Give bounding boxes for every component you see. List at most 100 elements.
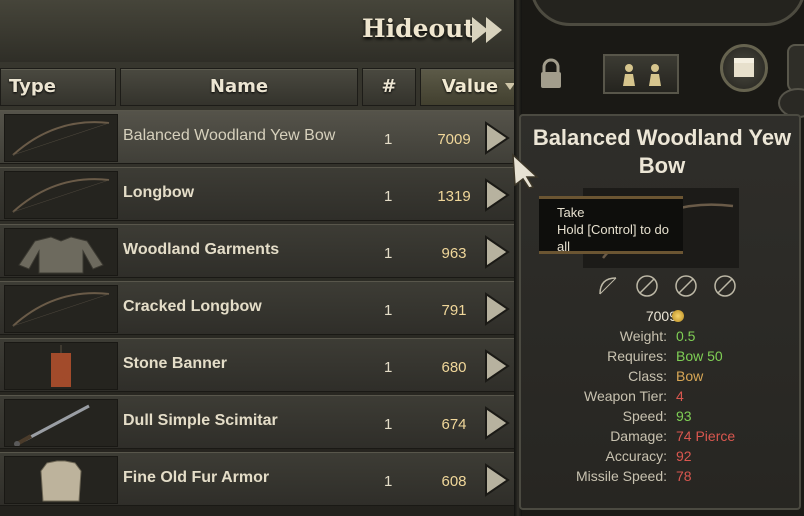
no-armor-icon xyxy=(713,274,737,298)
bow-icon xyxy=(12,121,110,156)
tooltip-title: Balanced Woodland Yew Bow xyxy=(532,125,792,178)
stat-value: 78 xyxy=(676,468,692,484)
bow-icon xyxy=(12,292,110,327)
side-button[interactable] xyxy=(787,44,804,92)
stat-row: Weight: 0.5 xyxy=(521,328,803,348)
item-name: Cracked Longbow xyxy=(123,298,262,315)
item-thumbnail xyxy=(4,228,118,276)
stat-row: Speed: 93 xyxy=(521,408,803,428)
garment-icon xyxy=(18,236,104,274)
stat-label: Missile Speed: xyxy=(575,468,667,484)
no-horseback-icon xyxy=(635,274,659,298)
armor-icon xyxy=(40,460,82,502)
item-thumbnail xyxy=(4,399,118,447)
chest-button[interactable] xyxy=(720,44,768,92)
hint-modifier: Hold [Control] to do all xyxy=(557,222,670,254)
item-thumbnail xyxy=(4,342,118,390)
item-value: 7009 xyxy=(437,131,471,148)
item-value: 791 xyxy=(441,302,467,319)
action-hint: Take Hold [Control] to do all xyxy=(539,196,683,254)
item-value: 1319 xyxy=(437,188,471,205)
stat-row: Accuracy: 92 xyxy=(521,448,803,468)
stat-row: Damage: 74 Pierce xyxy=(521,428,803,448)
transfer-arrow-button[interactable] xyxy=(480,404,512,442)
troops-button[interactable] xyxy=(603,54,679,94)
transfer-arrow-button[interactable] xyxy=(480,176,512,214)
item-name: Fine Old Fur Armor xyxy=(123,469,270,486)
item-thumbnail xyxy=(4,114,118,162)
item-tooltip: Balanced Woodland Yew Bow Take Hold [Con… xyxy=(519,114,801,510)
no-shield-icon xyxy=(674,274,698,298)
item-value: 674 xyxy=(441,416,467,433)
bow-icon xyxy=(12,178,110,213)
item-count: 1 xyxy=(384,359,393,376)
list-item[interactable]: Woodland Garments 1 963 xyxy=(0,224,520,278)
column-header-value[interactable]: Value xyxy=(420,68,520,106)
stat-value: 74 Pierce xyxy=(676,428,736,444)
stat-value: 0.5 xyxy=(676,328,696,344)
item-count: 1 xyxy=(384,245,393,262)
stat-label: Requires: xyxy=(607,348,667,364)
item-list: Balanced Woodland Yew Bow 1 7009 Longbow… xyxy=(0,110,520,509)
item-name: Longbow xyxy=(123,184,195,201)
lock-icon[interactable] xyxy=(538,58,564,90)
top-ornament xyxy=(530,0,804,26)
column-header-value-label: Value xyxy=(441,76,499,97)
stat-label: Class: xyxy=(628,368,667,384)
item-count: 1 xyxy=(384,473,393,490)
stat-value: 4 xyxy=(676,388,684,404)
stat-value: Bow 50 xyxy=(676,348,723,364)
item-count: 1 xyxy=(384,416,393,433)
transfer-arrow-button[interactable] xyxy=(480,347,512,385)
mouse-cursor-icon xyxy=(512,153,539,189)
item-name: Stone Banner xyxy=(123,355,228,372)
stat-row: Missile Speed: 78 xyxy=(521,468,803,488)
item-thumbnail xyxy=(4,171,118,219)
sword-icon xyxy=(14,404,90,447)
weapon-flags xyxy=(596,274,747,300)
list-item[interactable]: Stone Banner 1 680 xyxy=(0,338,520,392)
stat-label: Weight: xyxy=(619,328,667,344)
gold-coin-icon xyxy=(672,310,684,322)
item-name: Balanced Woodland Yew Bow xyxy=(123,127,336,144)
item-count: 1 xyxy=(384,302,393,319)
stat-value: 92 xyxy=(676,448,692,464)
list-item[interactable]: Balanced Woodland Yew Bow 1 7009 xyxy=(0,110,520,164)
stat-row: Weapon Tier: 4 xyxy=(521,388,803,408)
list-item[interactable]: Cracked Longbow 1 791 xyxy=(0,281,520,335)
item-value: 608 xyxy=(441,473,467,490)
stat-row: Class: Bow xyxy=(521,368,803,388)
list-item[interactable]: Dull Simple Scimitar 1 674 xyxy=(0,395,520,449)
item-value: 680 xyxy=(441,359,467,376)
item-name: Dull Simple Scimitar xyxy=(123,412,278,429)
item-count: 1 xyxy=(384,131,393,148)
chest-icon xyxy=(734,58,754,77)
title-bar: Hideout xyxy=(0,0,520,62)
transfer-arrow-button[interactable] xyxy=(480,233,512,271)
double-arrow-icon[interactable] xyxy=(470,14,506,46)
page-title: Hideout xyxy=(362,14,475,43)
item-count: 1 xyxy=(384,188,393,205)
list-item[interactable]: Longbow 1 1319 xyxy=(0,167,520,221)
stat-label: Accuracy: xyxy=(605,448,667,464)
column-header-type[interactable]: Type xyxy=(0,68,116,106)
stat-value: 93 xyxy=(676,408,692,424)
stat-label: Weapon Tier: xyxy=(583,388,667,404)
hint-action: Take xyxy=(557,205,585,220)
column-header-count[interactable]: # xyxy=(362,68,416,106)
bow-flag-icon xyxy=(596,274,620,298)
item-thumbnail xyxy=(4,285,118,333)
stat-value: Bow xyxy=(676,368,704,384)
inventory-panel: Hideout Type Name # Value Balanced Woodl… xyxy=(0,0,522,516)
list-item[interactable]: Fine Old Fur Armor 1 608 xyxy=(0,452,520,506)
banner-icon xyxy=(51,345,71,387)
transfer-arrow-button[interactable] xyxy=(480,290,512,328)
item-thumbnail xyxy=(4,456,118,504)
troops-icon xyxy=(623,64,661,86)
transfer-arrow-button[interactable] xyxy=(480,119,512,157)
price-row: 7009 xyxy=(521,308,803,328)
item-name: Woodland Garments xyxy=(123,241,280,258)
stat-label: Speed: xyxy=(622,408,667,424)
transfer-arrow-button[interactable] xyxy=(480,461,512,499)
column-header-name[interactable]: Name xyxy=(120,68,358,106)
